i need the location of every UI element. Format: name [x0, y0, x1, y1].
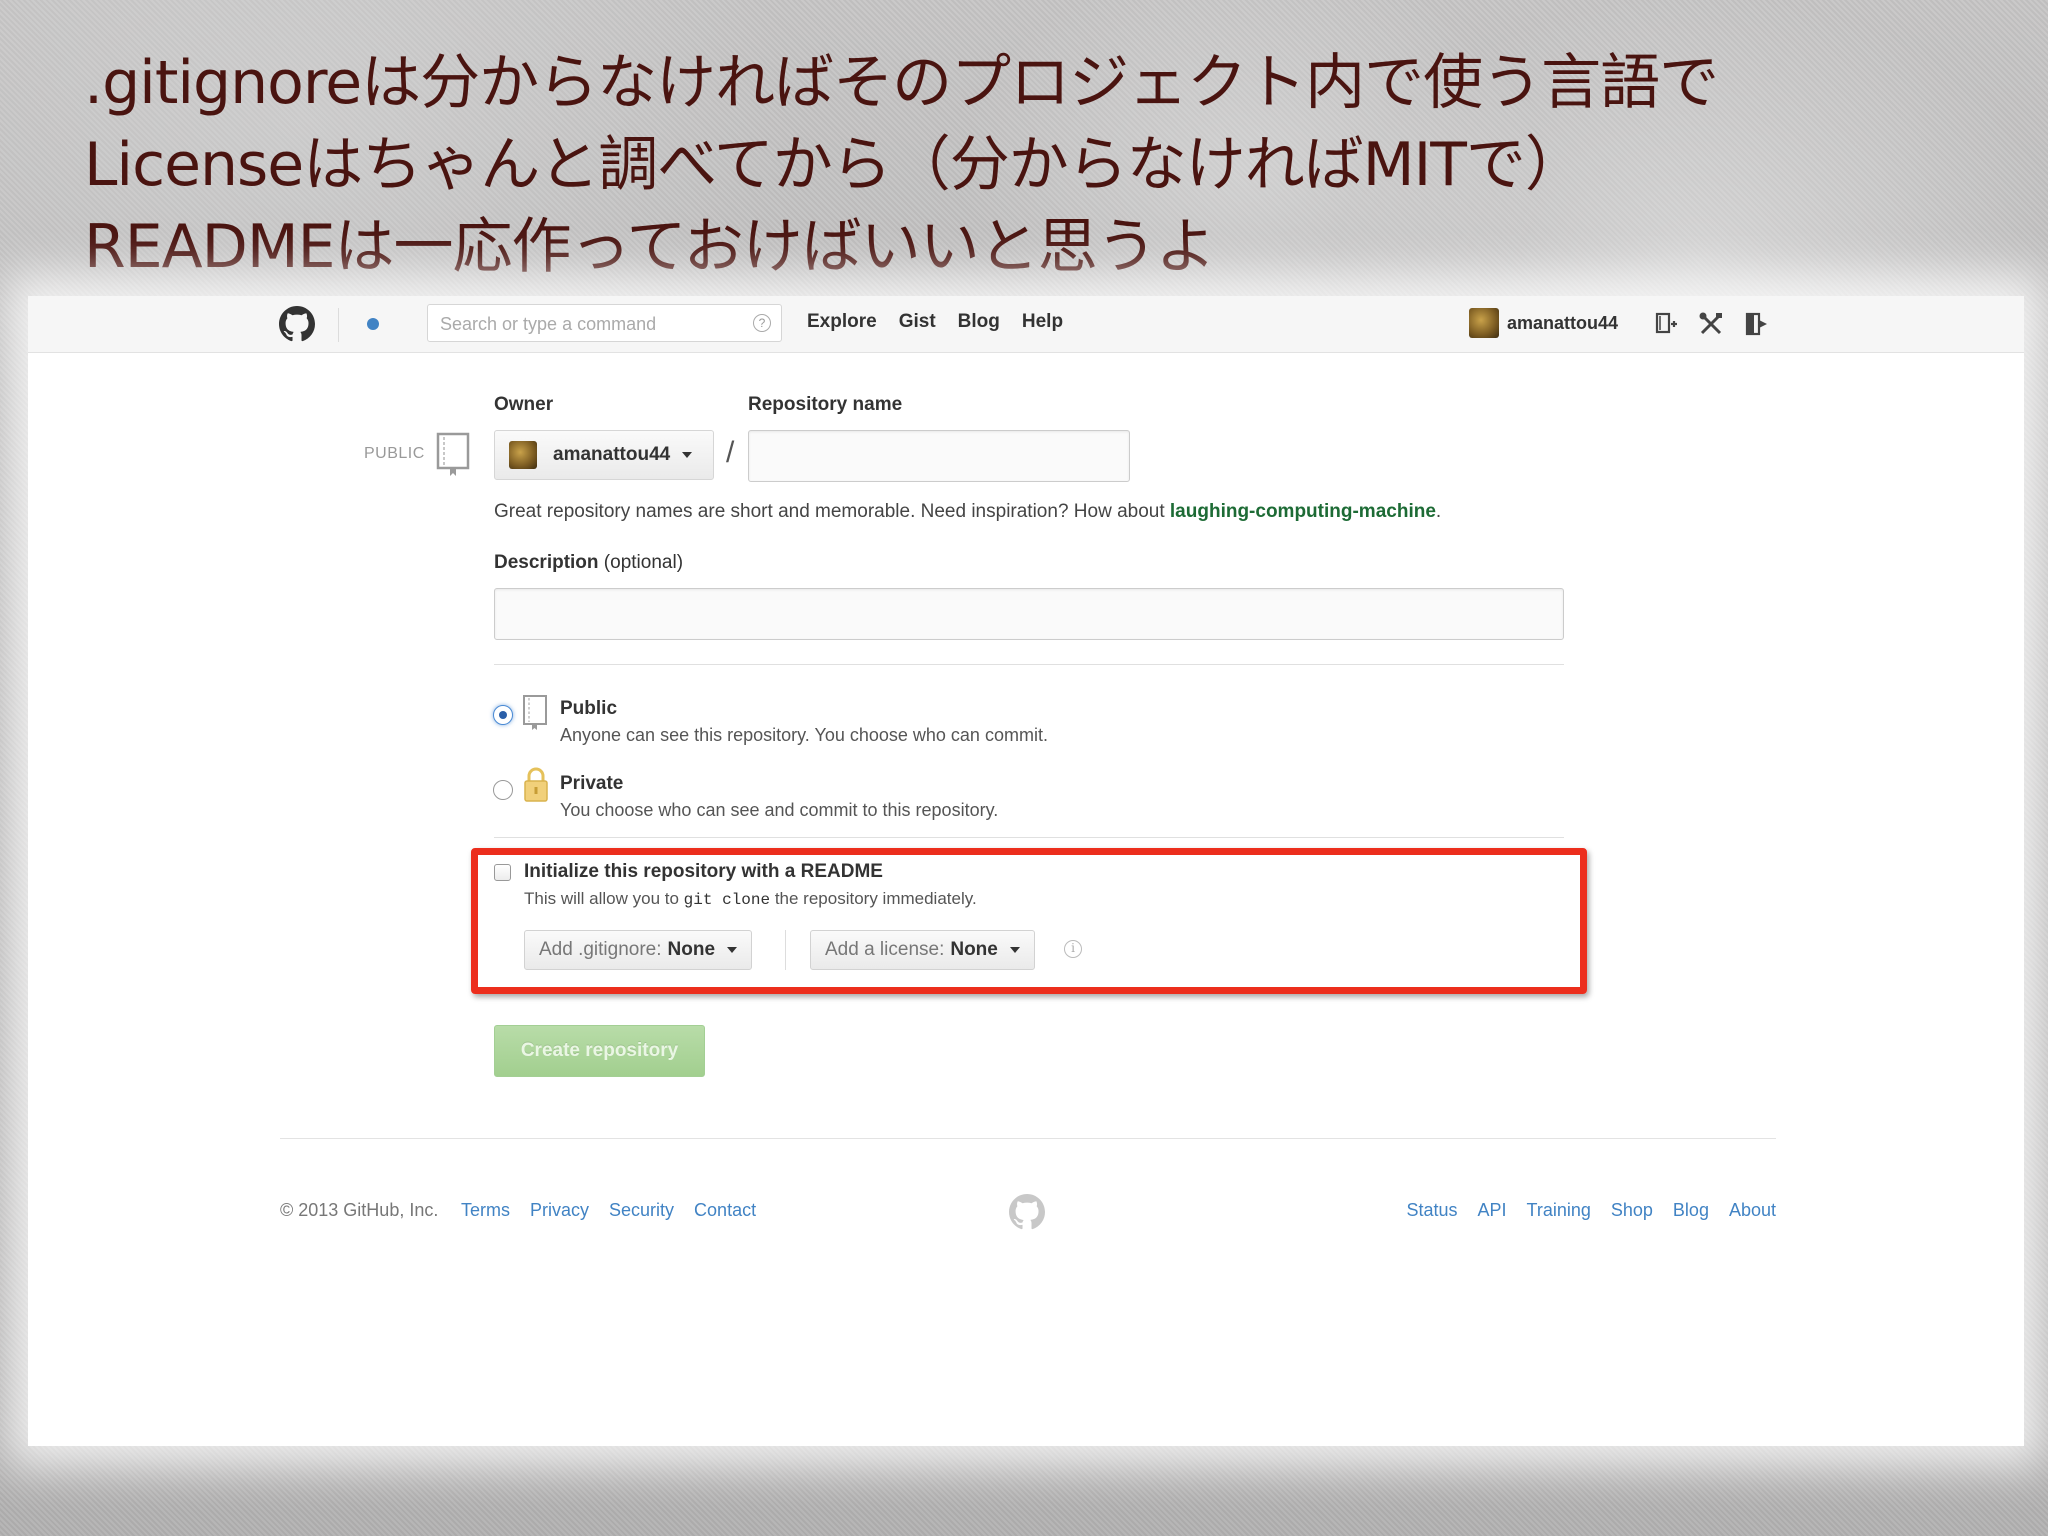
lock-icon: [524, 767, 548, 802]
license-dropdown[interactable]: Add a license: None: [810, 930, 1035, 970]
private-option-desc: You choose who can see and commit to thi…: [560, 800, 999, 820]
footer-link-training[interactable]: Training: [1527, 1200, 1591, 1221]
nav-username[interactable]: amanattou44: [1507, 313, 1618, 334]
nav-link-gist[interactable]: Gist: [899, 311, 936, 333]
init-readme-title[interactable]: Initialize this repository with a README: [524, 861, 883, 883]
license-value: None: [950, 939, 998, 960]
nav-link-help[interactable]: Help: [1022, 311, 1063, 333]
owner-dropdown[interactable]: amanattou44: [494, 430, 714, 480]
footer-link-api[interactable]: API: [1477, 1200, 1506, 1221]
divider: [494, 837, 1564, 838]
public-option-desc: Anyone can see this repository. You choo…: [560, 725, 1048, 745]
search-input[interactable]: [438, 311, 732, 337]
nav-link-explore[interactable]: Explore: [807, 311, 877, 333]
footer-left-links: Terms Privacy Security Contact: [461, 1200, 776, 1221]
chevron-down-icon: [682, 452, 693, 458]
footer-link-status[interactable]: Status: [1406, 1200, 1457, 1221]
gitignore-label: Add .gitignore:: [539, 939, 662, 960]
radio-private[interactable]: [493, 780, 513, 800]
init-desc-suffix: the repository immediately.: [770, 889, 977, 908]
public-repo-icon: [523, 695, 547, 730]
repo-name-hint: Great repository names are short and mem…: [494, 501, 1441, 523]
notification-dot-icon[interactable]: [367, 318, 379, 330]
settings-tools-icon[interactable]: [1697, 310, 1725, 338]
description-label-text: Description: [494, 552, 599, 573]
init-readme-checkbox[interactable]: [494, 864, 511, 881]
chevron-down-icon: [727, 947, 738, 953]
footer-link-about[interactable]: About: [1729, 1200, 1776, 1221]
init-desc-prefix: This will allow you to: [524, 889, 684, 908]
divider: [494, 664, 1564, 665]
nav-user-menu[interactable]: amanattou44: [1469, 308, 1618, 338]
gitignore-value: None: [667, 939, 716, 960]
footer-link-blog[interactable]: Blog: [1673, 1200, 1709, 1221]
footer-link-shop[interactable]: Shop: [1611, 1200, 1653, 1221]
footer-link-terms[interactable]: Terms: [461, 1200, 510, 1221]
slide-title-line-1: .gitignoreは分からなければそのプロジェクト内で使う言語で: [84, 48, 1719, 118]
hint-text: Great repository names are short and mem…: [494, 501, 1170, 522]
hint-suggestion-link[interactable]: laughing-computing-machine: [1170, 501, 1436, 522]
owner-repo-separator: /: [726, 436, 735, 469]
search-help-icon[interactable]: ?: [753, 314, 771, 332]
github-screenshot: ? Explore Gist Blog Help amanattou44: [28, 296, 2024, 1446]
top-nav-bar: ? Explore Gist Blog Help amanattou44: [28, 296, 2024, 353]
license-label: Add a license:: [825, 939, 945, 960]
footer-link-contact[interactable]: Contact: [694, 1200, 756, 1221]
create-repository-button[interactable]: Create repository: [494, 1025, 705, 1077]
new-repo-icon[interactable]: [1651, 310, 1679, 338]
description-label: Description (optional): [494, 552, 683, 574]
init-readme-desc: This will allow you to git clone the rep…: [524, 889, 977, 909]
info-icon[interactable]: i: [1064, 940, 1082, 958]
owner-avatar: [509, 441, 537, 469]
footer-divider: [280, 1138, 1776, 1139]
chevron-down-icon: [1009, 947, 1020, 953]
public-tag: PUBLIC: [364, 445, 425, 462]
private-option-title: Private: [560, 773, 624, 794]
radio-public[interactable]: [493, 705, 513, 725]
github-octocat-icon[interactable]: [279, 306, 315, 342]
nav-action-icons: [1651, 310, 1789, 338]
hint-suffix: .: [1435, 501, 1442, 522]
user-avatar[interactable]: [1469, 308, 1499, 338]
footer-link-security[interactable]: Security: [609, 1200, 674, 1221]
footer-link-privacy[interactable]: Privacy: [530, 1200, 589, 1221]
public-option-title: Public: [560, 698, 618, 719]
footer-copyright: © 2013 GitHub, Inc.: [280, 1200, 439, 1220]
footer-right-links: Status API Training Shop Blog About: [1386, 1200, 1776, 1221]
owner-value: amanattou44: [553, 444, 671, 465]
nav-divider: [338, 308, 339, 342]
description-input[interactable]: [494, 588, 1564, 640]
slide-title: .gitignoreは分からなければそのプロジェクト内で使う言語で Licens…: [84, 42, 1964, 288]
description-optional: (optional): [598, 552, 684, 573]
nav-links: Explore Gist Blog Help: [785, 311, 1063, 333]
slide-title-line-2: Licenseはちゃんと調べてから（分からなければMITで）: [84, 130, 1585, 200]
nav-link-blog[interactable]: Blog: [958, 311, 1000, 333]
slide-title-line-3: READMEは一応作っておけばいいと思うよ: [84, 212, 1216, 282]
repo-name-input[interactable]: [748, 430, 1130, 482]
footer-octocat-icon[interactable]: [1009, 1194, 1045, 1230]
dropdown-divider: [785, 930, 786, 970]
repo-name-label: Repository name: [748, 394, 903, 415]
command-search-box[interactable]: ?: [427, 304, 782, 342]
gitignore-dropdown[interactable]: Add .gitignore: None: [524, 930, 753, 970]
repo-book-icon: [436, 432, 470, 476]
owner-label: Owner: [494, 394, 554, 415]
init-desc-code: git clone: [683, 891, 771, 909]
sign-out-icon[interactable]: [1743, 310, 1771, 338]
